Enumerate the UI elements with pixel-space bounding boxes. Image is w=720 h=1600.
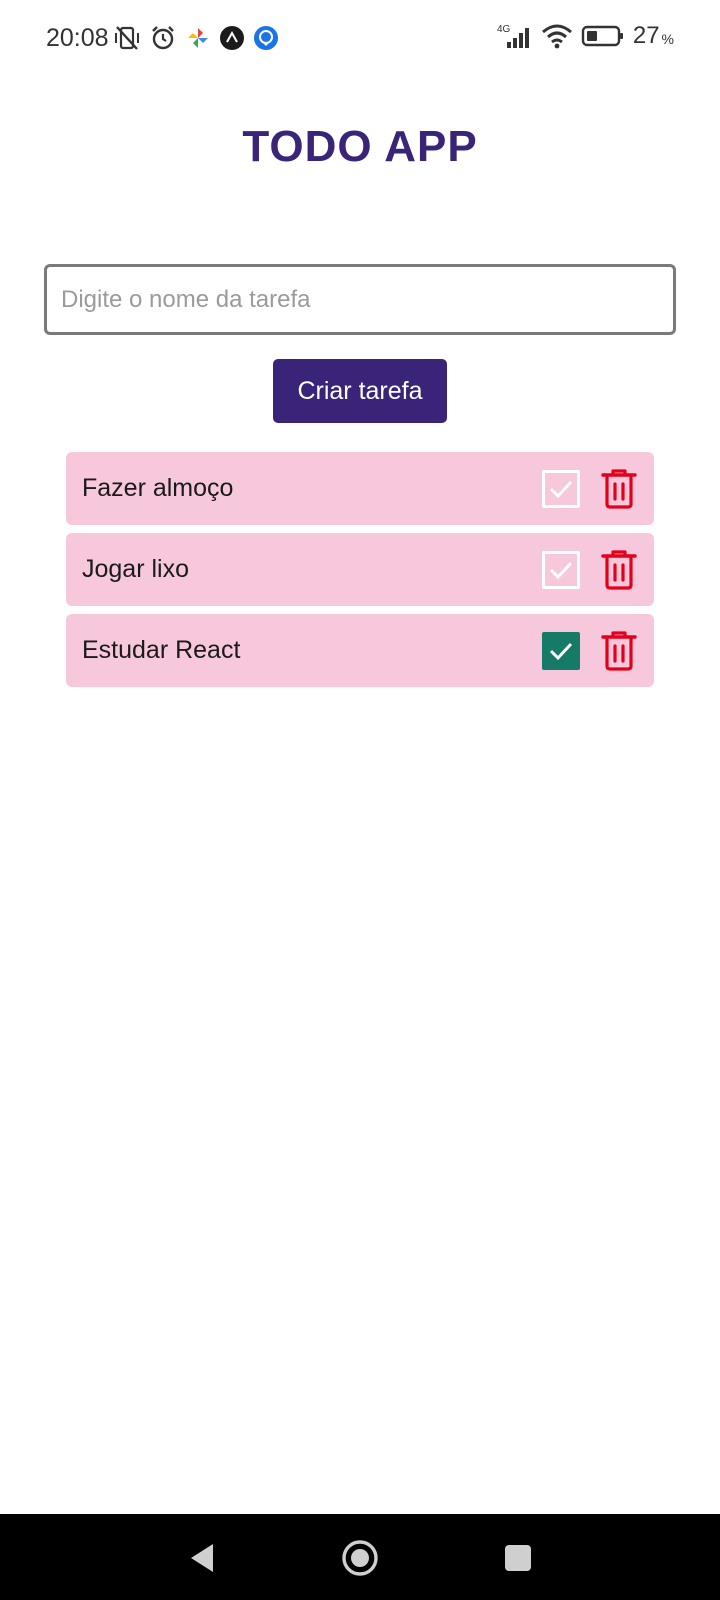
trash-icon xyxy=(601,468,637,509)
task-checkbox[interactable] xyxy=(542,469,580,508)
task-checkbox[interactable] xyxy=(542,550,580,589)
pinwheel-app-icon xyxy=(188,28,208,48)
vibrate-off-icon xyxy=(115,26,139,50)
status-icons-right: 4G 27 % xyxy=(497,22,674,50)
status-bar: 20:08 4G 27 % xyxy=(0,0,720,80)
home-icon xyxy=(342,1540,378,1576)
system-nav-bar xyxy=(0,1514,720,1600)
status-time: 20:08 xyxy=(46,24,109,52)
blue-app-icon xyxy=(254,26,278,50)
task-label: Estudar React xyxy=(82,636,241,664)
task-label: Fazer almoço xyxy=(82,474,234,502)
task-list: Fazer almoço Jogar lixo Estudar React xyxy=(66,452,654,687)
dark-app-icon xyxy=(220,26,244,50)
battery-icon xyxy=(581,25,623,47)
nav-recents-button[interactable] xyxy=(496,1536,540,1580)
trash-icon xyxy=(601,630,637,671)
task-item: Fazer almoço xyxy=(66,452,654,525)
task-label: Jogar lixo xyxy=(82,555,189,583)
task-name-input[interactable] xyxy=(44,264,676,335)
delete-task-button[interactable] xyxy=(600,629,638,673)
delete-task-button[interactable] xyxy=(600,548,638,592)
check-icon xyxy=(549,561,573,579)
battery-level: 27 xyxy=(632,22,660,49)
alarm-icon xyxy=(152,26,174,50)
nav-back-button[interactable] xyxy=(180,1536,224,1580)
check-icon xyxy=(549,642,573,660)
create-task-button[interactable]: Criar tarefa xyxy=(273,359,447,423)
recents-icon xyxy=(505,1545,531,1571)
signal-icon: 4G xyxy=(497,24,529,48)
check-icon xyxy=(549,480,573,498)
back-icon xyxy=(191,1544,213,1572)
delete-task-button[interactable] xyxy=(600,467,638,511)
nav-home-button[interactable] xyxy=(338,1536,382,1580)
page-title: TODO APP xyxy=(242,122,478,171)
status-icons-left xyxy=(113,24,279,52)
task-item: Jogar lixo xyxy=(66,533,654,606)
wifi-icon xyxy=(541,24,572,49)
battery-unit: % xyxy=(661,31,674,47)
trash-icon xyxy=(601,549,637,590)
task-item: Estudar React xyxy=(66,614,654,687)
svg-text:4G: 4G xyxy=(497,24,511,35)
task-checkbox[interactable] xyxy=(542,631,580,670)
